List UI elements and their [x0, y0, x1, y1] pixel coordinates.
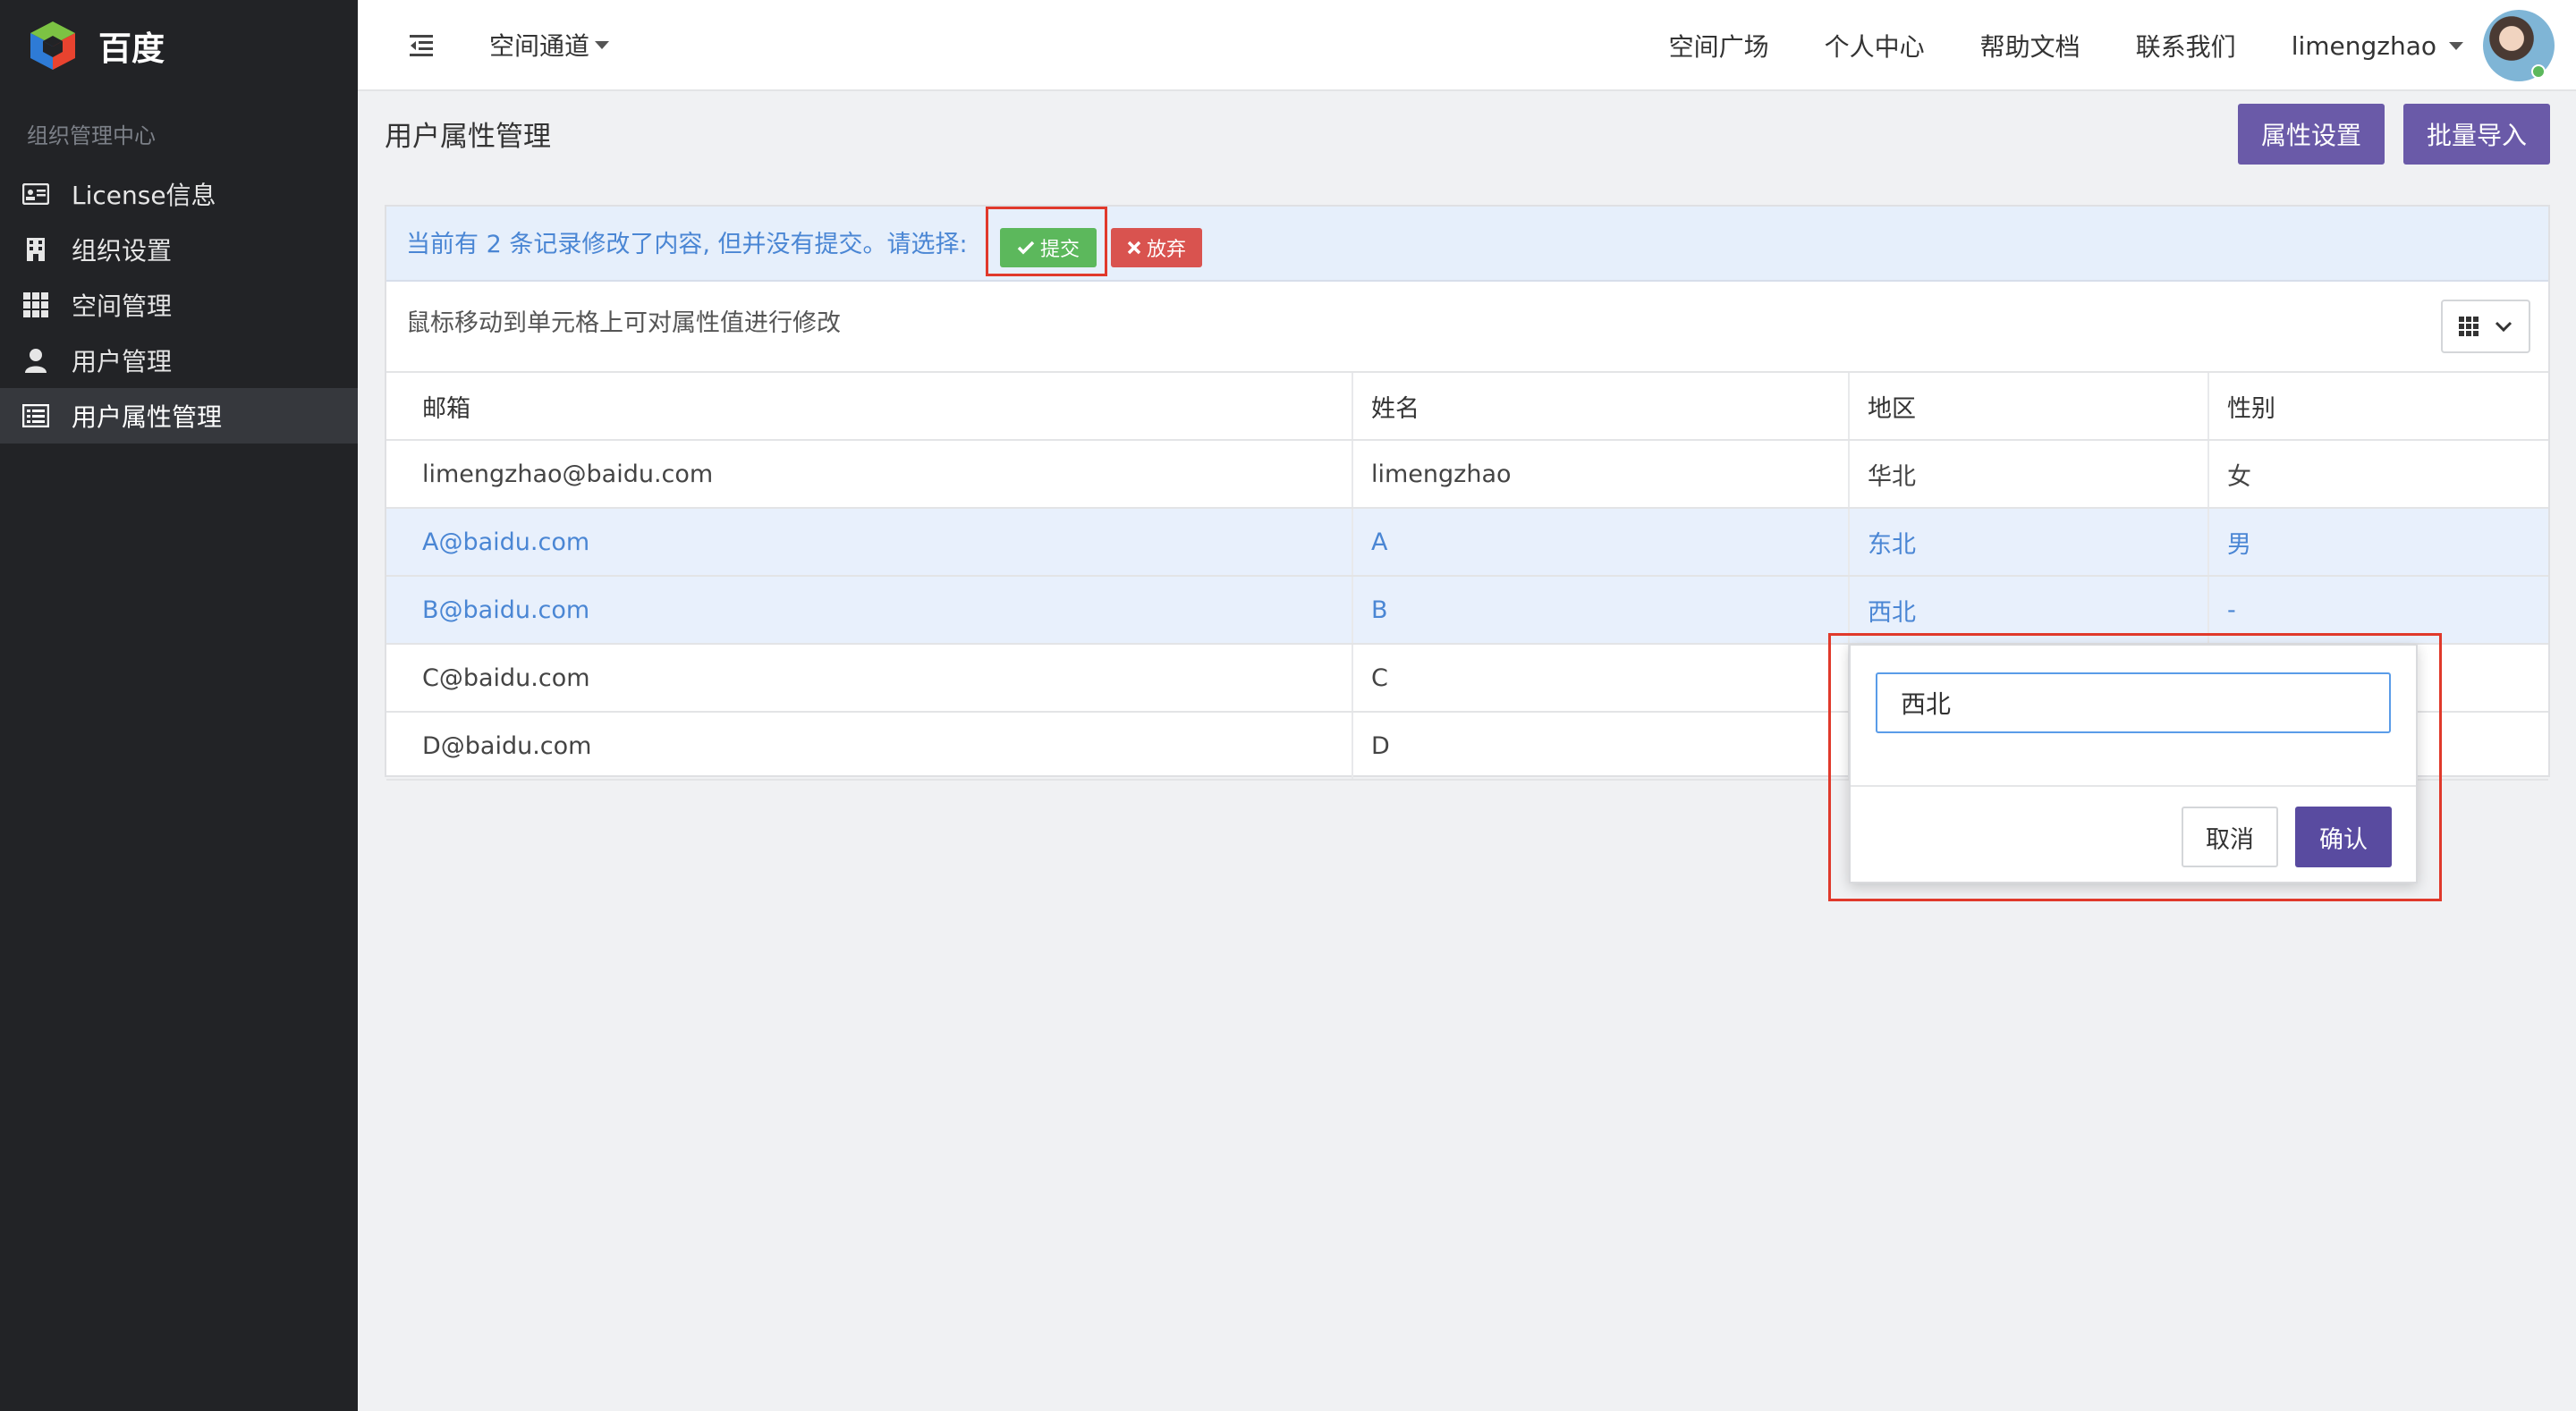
edit-hint: 鼠标移动到单元格上可对属性值进行修改	[406, 309, 841, 337]
user-menu[interactable]: limengzhao	[2292, 10, 2555, 81]
cell-email[interactable]: D@baidu.com	[386, 712, 1352, 781]
username: limengzhao	[2291, 30, 2436, 61]
caret-down-icon	[2449, 41, 2463, 50]
cell-name[interactable]: A	[1352, 508, 1849, 577]
alert-message: 当前有 2 条记录修改了内容, 但并没有提交。请选择:	[406, 231, 968, 258]
channel-label: 空间通道	[489, 31, 590, 61]
cell-email[interactable]: C@baidu.com	[386, 644, 1352, 713]
sidebar-item-user-attributes[interactable]: 用户属性管理	[0, 388, 358, 444]
submit-highlight-box	[986, 207, 1107, 276]
column-header-region[interactable]: 地区	[1848, 371, 2208, 441]
table-row-modified: A@baidu.com A 东北 男	[386, 508, 2548, 577]
cell-email[interactable]: limengzhao@baidu.com	[386, 440, 1352, 509]
discard-label: 放弃	[1146, 238, 1186, 260]
sidebar-section-title: 组织管理中心	[27, 123, 156, 148]
table-header-row: 邮箱 姓名 地区 性别	[386, 371, 2548, 441]
top-links: 空间广场 个人中心 帮助文档 联系我们 limengzhao	[1669, 0, 2576, 91]
sidebar-item-label: 空间管理	[72, 291, 173, 321]
channel-dropdown[interactable]: 空间通道	[489, 27, 610, 63]
grid-icon	[2459, 317, 2479, 336]
sidebar-nav: License信息 组织设置 空间管理 用户管理 用户属性管理	[0, 166, 358, 444]
sidebar-item-label: 用户属性管理	[72, 402, 223, 432]
unsaved-alert: 当前有 2 条记录修改了内容, 但并没有提交。请选择: 提交 放弃	[386, 207, 2548, 282]
cell-name[interactable]: limengzhao	[1352, 440, 1849, 509]
cell-gender[interactable]: 女	[2207, 440, 2548, 509]
brand-name: 百度	[98, 30, 165, 68]
sidebar-item-user-management[interactable]: 用户管理	[0, 333, 358, 388]
close-icon	[1127, 241, 1141, 255]
sidebar: 百度 组织管理中心 License信息 组织设置 空间管理 用户管理 用户属性管…	[0, 0, 358, 1411]
sidebar-item-label: 用户管理	[72, 347, 173, 376]
discard-button[interactable]: 放弃	[1111, 228, 1202, 267]
brand[interactable]: 百度	[25, 16, 165, 75]
sidebar-item-label: License信息	[72, 181, 216, 210]
column-header-email[interactable]: 邮箱	[386, 371, 1352, 441]
cell-email[interactable]: A@baidu.com	[386, 508, 1352, 577]
building-icon	[21, 235, 50, 264]
table-row: limengzhao@baidu.com limengzhao 华北 女	[386, 440, 2548, 509]
link-personal-center[interactable]: 个人中心	[1825, 28, 1925, 63]
cell-email[interactable]: B@baidu.com	[386, 576, 1352, 645]
sidebar-item-org-settings[interactable]: 组织设置	[0, 222, 358, 277]
attribute-settings-button[interactable]: 属性设置	[2238, 104, 2385, 165]
list-icon	[21, 401, 50, 430]
link-contact-us[interactable]: 联系我们	[2136, 28, 2236, 63]
link-help-docs[interactable]: 帮助文档	[1980, 28, 2080, 63]
online-status-icon	[2531, 64, 2546, 79]
grid-icon	[21, 291, 50, 319]
column-toggle-button[interactable]	[2441, 300, 2530, 353]
batch-import-button[interactable]: 批量导入	[2403, 104, 2550, 165]
chevron-down-icon	[2495, 321, 2512, 333]
user-icon	[21, 346, 50, 375]
menu-collapse-icon[interactable]	[408, 32, 435, 59]
page-title: 用户属性管理	[385, 121, 551, 153]
cell-name[interactable]: C	[1352, 644, 1849, 713]
cube-logo-icon	[30, 21, 75, 70]
cell-region[interactable]: 东北	[1848, 508, 2208, 577]
link-space-square[interactable]: 空间广场	[1669, 28, 1769, 63]
column-header-name[interactable]: 姓名	[1352, 371, 1849, 441]
sidebar-item-space-management[interactable]: 空间管理	[0, 277, 358, 333]
cell-name[interactable]: D	[1352, 712, 1849, 781]
cell-gender[interactable]: 男	[2207, 508, 2548, 577]
id-card-icon	[21, 180, 50, 208]
topbar: 空间通道 空间广场 个人中心 帮助文档 联系我们 limengzhao	[358, 0, 2576, 91]
sidebar-item-license[interactable]: License信息	[0, 166, 358, 222]
cell-name[interactable]: B	[1352, 576, 1849, 645]
caret-down-icon	[595, 40, 610, 49]
cell-region[interactable]: 华北	[1848, 440, 2208, 509]
popover-highlight-box	[1828, 633, 2442, 901]
sidebar-item-label: 组织设置	[72, 236, 173, 266]
column-header-gender[interactable]: 性别	[2207, 371, 2548, 441]
